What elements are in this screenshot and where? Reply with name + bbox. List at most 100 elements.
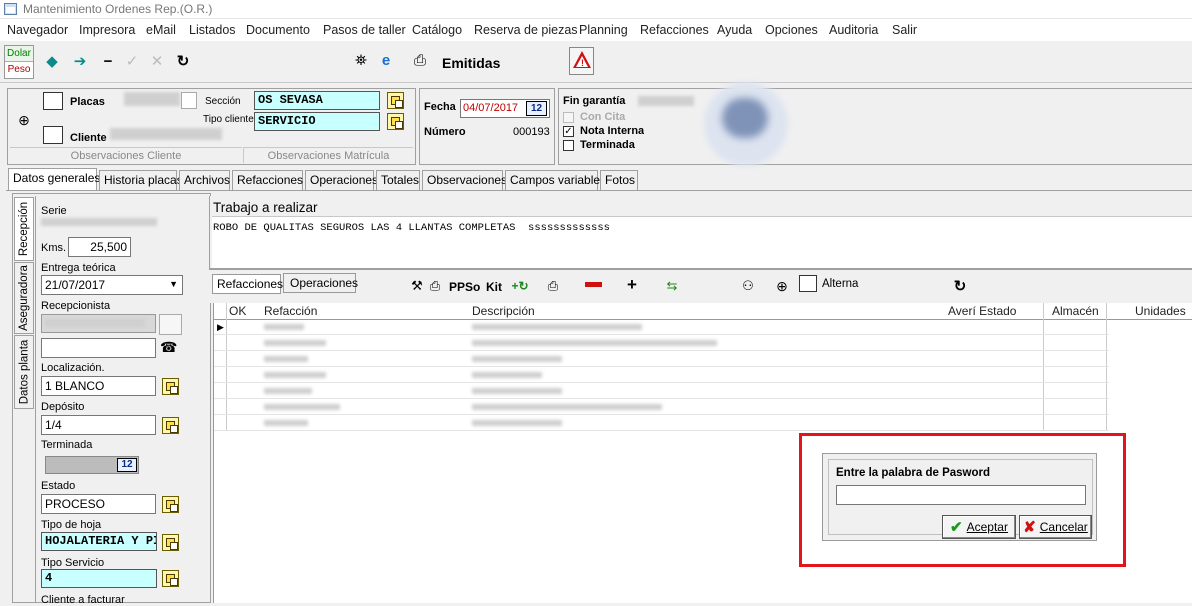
- tipo-servicio-field[interactable]: 4: [41, 569, 157, 588]
- password-input[interactable]: [836, 485, 1086, 505]
- kit-add-icon[interactable]: +↻: [510, 276, 530, 296]
- refresh-icon[interactable]: ↻: [173, 52, 193, 72]
- tab-fotos[interactable]: Fotos: [600, 170, 638, 190]
- tab-operaciones[interactable]: Operaciones: [305, 170, 378, 190]
- arrow-left-icon[interactable]: ◆: [42, 52, 62, 72]
- localizacion-picker-icon[interactable]: [162, 378, 179, 395]
- tools-icon[interactable]: ⚒: [407, 276, 427, 296]
- col-unidades[interactable]: Unidades: [1135, 303, 1186, 319]
- table-row[interactable]: [214, 336, 1109, 351]
- internet-explorer-icon[interactable]: e: [376, 51, 396, 71]
- placas-input[interactable]: [181, 92, 197, 109]
- peso-option[interactable]: Peso: [5, 62, 33, 78]
- localizacion-field[interactable]: 1 BLANCO: [41, 376, 156, 396]
- check-icon[interactable]: ✓: [122, 52, 142, 72]
- col-descripcion[interactable]: Descripción: [472, 303, 535, 319]
- alterna-icon[interactable]: [799, 275, 817, 292]
- table-row[interactable]: ▶: [214, 320, 1109, 335]
- binoculars-icon[interactable]: ⛯: [351, 51, 371, 71]
- subtab-operaciones[interactable]: Operaciones: [283, 273, 358, 293]
- phone-icon[interactable]: ☎: [160, 339, 177, 356]
- cancelar-button[interactable]: ✘ Cancelar: [1019, 515, 1092, 539]
- cancel-x-icon[interactable]: ✕: [147, 52, 167, 72]
- add-row-icon[interactable]: +: [622, 275, 642, 295]
- seccion-field[interactable]: OS SEVASA: [254, 91, 380, 110]
- estado-field[interactable]: PROCESO: [41, 494, 156, 514]
- kit-button[interactable]: Kit: [486, 280, 502, 294]
- menu-catalogo[interactable]: Catálogo: [412, 23, 462, 37]
- estado-picker-icon[interactable]: [162, 496, 179, 513]
- menu-documento[interactable]: Documento: [246, 23, 310, 37]
- kms-field[interactable]: 25,500: [68, 237, 131, 257]
- menu-ayuda[interactable]: Ayuda: [717, 23, 752, 37]
- obs-matricula-button[interactable]: Observaciones Matrícula: [243, 147, 413, 163]
- tipo-cliente-field[interactable]: SERVICIO: [254, 112, 380, 131]
- col-refaccion[interactable]: Refacción: [264, 303, 317, 319]
- cliente-picker-icon[interactable]: [43, 126, 63, 144]
- table-row[interactable]: [214, 416, 1109, 431]
- deposito-picker-icon[interactable]: [162, 417, 179, 434]
- deposito-field[interactable]: 1/4: [41, 415, 156, 435]
- recepcionista-field[interactable]: [41, 314, 156, 333]
- aceptar-button[interactable]: ✔ Aceptar: [942, 515, 1016, 539]
- nota-interna-checkbox[interactable]: ✓: [563, 126, 574, 137]
- tab-observaciones[interactable]: Observaciones: [422, 170, 507, 190]
- tipo-cliente-picker-icon[interactable]: [387, 113, 404, 130]
- placas-picker-icon[interactable]: [43, 92, 63, 110]
- printer-icon[interactable]: ⎙: [410, 51, 430, 71]
- col-almacen[interactable]: Almacén: [1052, 303, 1099, 319]
- recepcionista-picker-icon[interactable]: [159, 314, 182, 335]
- tipo-hoja-picker-icon[interactable]: [162, 534, 179, 551]
- ppso-button[interactable]: PPSo: [449, 280, 480, 294]
- sync-icon[interactable]: ⇆: [662, 276, 682, 296]
- menu-navegador[interactable]: Navegador: [7, 23, 68, 37]
- menu-listados[interactable]: Listados: [189, 23, 236, 37]
- menu-impresora[interactable]: Impresora: [79, 23, 135, 37]
- zoom-icon[interactable]: ⊕: [14, 110, 34, 130]
- seccion-picker-icon[interactable]: [387, 92, 404, 109]
- menu-planning[interactable]: Planning: [579, 23, 628, 37]
- menu-refacciones[interactable]: Refacciones: [640, 23, 709, 37]
- table-row[interactable]: [214, 384, 1109, 399]
- currency-toggle[interactable]: Dolar Peso: [4, 45, 34, 79]
- subtab-refacciones[interactable]: Refacciones: [212, 274, 283, 294]
- menu-auditoria[interactable]: Auditoria: [829, 23, 878, 37]
- tab-campos-variables[interactable]: Campos variables: [505, 170, 606, 190]
- col-ok[interactable]: OK: [229, 303, 246, 319]
- terminada-date-field[interactable]: 12: [45, 456, 139, 474]
- remove-row-icon[interactable]: [585, 282, 602, 287]
- warning-button[interactable]: !: [569, 47, 594, 75]
- print-icon[interactable]: ⎙: [425, 276, 445, 296]
- tab-totales[interactable]: Totales: [376, 170, 420, 190]
- terminada-calendar-icon[interactable]: 12: [117, 458, 137, 472]
- terminada-checkbox[interactable]: [563, 140, 574, 151]
- arrow-right-icon[interactable]: ➔: [70, 52, 90, 72]
- menu-email[interactable]: eMail: [146, 23, 176, 37]
- col-averi-estado[interactable]: Averí Estado: [948, 303, 1016, 319]
- search-icon[interactable]: ⊕: [772, 276, 792, 296]
- menu-salir[interactable]: Salir: [892, 23, 917, 37]
- tab-historia-placas[interactable]: Historia placas: [99, 170, 183, 190]
- con-cita-checkbox[interactable]: [563, 112, 574, 123]
- tab-archivos[interactable]: Archivos: [179, 170, 230, 190]
- emitidas-label[interactable]: Emitidas: [442, 55, 500, 71]
- menu-pasos-taller[interactable]: Pasos de taller: [323, 23, 406, 37]
- chevron-down-icon[interactable]: ▼: [169, 279, 178, 289]
- side-tab-datos-planta[interactable]: Datos planta: [14, 335, 34, 409]
- side-tab-aseguradora[interactable]: Aseguradora: [14, 262, 34, 334]
- tipo-hoja-field[interactable]: HOJALATERIA Y PI: [41, 532, 157, 551]
- work-textarea[interactable]: ROBO DE QUALITAS SEGUROS LAS 4 LLANTAS C…: [212, 216, 1192, 268]
- obs-cliente-button[interactable]: Observaciones Cliente: [10, 147, 242, 163]
- user-icon[interactable]: ⚇: [738, 276, 758, 296]
- tipo-servicio-picker-icon[interactable]: [162, 570, 179, 587]
- table-row[interactable]: [214, 400, 1109, 415]
- printer-small-icon[interactable]: ⎙: [543, 276, 563, 296]
- dolar-option[interactable]: Dolar: [5, 46, 33, 62]
- calendar-icon[interactable]: 12: [526, 101, 547, 116]
- tab-datos-generales[interactable]: Datos generales: [8, 168, 100, 190]
- table-row[interactable]: [214, 352, 1109, 367]
- menu-reserva-piezas[interactable]: Reserva de piezas: [474, 23, 578, 37]
- entrega-teorica-field[interactable]: 21/07/2017 ▼: [41, 275, 183, 295]
- minus-icon[interactable]: −: [98, 52, 118, 72]
- menu-opciones[interactable]: Opciones: [765, 23, 818, 37]
